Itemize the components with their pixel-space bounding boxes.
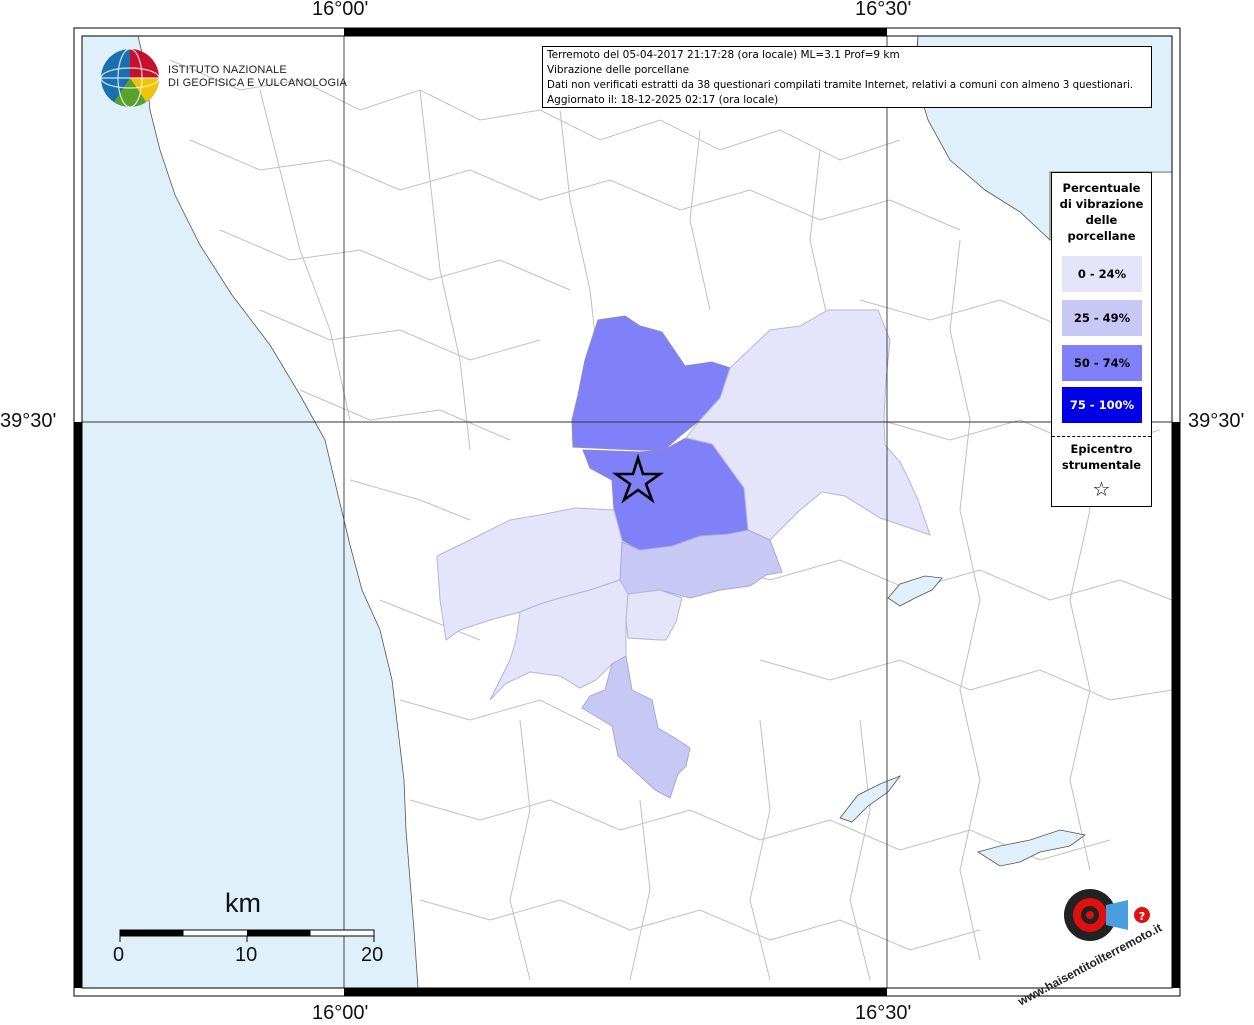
svg-text:?: ? [1139, 910, 1145, 923]
legend-item-25-49: 25 - 49% [1062, 300, 1142, 336]
legend-title-line: porcellane [1067, 229, 1136, 243]
scale-tick-label: 0 [113, 944, 125, 966]
lat-label-right: 39°30' [1188, 410, 1245, 432]
legend: Percentuale di vibrazione delle porcella… [1051, 172, 1152, 507]
legend-item-0-24: 0 - 24% [1062, 256, 1142, 292]
legend-title-line: delle [1085, 213, 1118, 227]
legend-title-line: di vibrazione [1059, 197, 1144, 211]
legend-star-icon: ☆ [1092, 477, 1111, 501]
logo-line: DI GEOFISICA E VULCANOLOGIA [168, 77, 347, 89]
lat-label-left: 39°30' [0, 410, 57, 432]
legend-epicenter-label: Epicentro strumentale [1052, 441, 1151, 473]
ingv-logo: ISTITUTO NAZIONALE DI GEOFISICA E VULCAN… [168, 64, 347, 90]
scale-tick-label: 20 [361, 944, 384, 966]
map-canvas: ? [73, 27, 1181, 997]
logo-line: ISTITUTO NAZIONALE [168, 64, 287, 76]
event-info-line: Terremoto del 05-04-2017 21:17:28 (ora l… [547, 49, 900, 61]
legend-item-75-100: 75 - 100% [1062, 387, 1142, 423]
lon-label-bottom-right: 16°30' [855, 1002, 912, 1024]
event-info-line: Vibrazione delle porcellane [547, 64, 690, 76]
legend-epicenter-line: strumentale [1061, 458, 1142, 472]
scale-tick-label: 10 [235, 944, 258, 966]
legend-item-50-74: 50 - 74% [1062, 345, 1142, 381]
legend-title: Percentuale di vibrazione delle porcella… [1052, 180, 1151, 244]
event-info-box: Terremoto del 05-04-2017 21:17:28 (ora l… [542, 46, 1152, 108]
lon-label-top-right: 16°30' [855, 0, 912, 20]
event-info-line: Aggiornato il: 18-12-2025 02:17 (ora loc… [547, 94, 779, 106]
lon-label-bottom-left: 16°00' [312, 1002, 369, 1024]
legend-title-line: Percentuale [1062, 181, 1141, 195]
event-info-line: Dati non verificati estratti da 38 quest… [547, 80, 1134, 91]
scale-unit: km [225, 888, 261, 918]
ingv-globe-icon [100, 48, 160, 108]
legend-separator [1052, 436, 1151, 437]
legend-epicenter-line: Epicentro [1070, 442, 1133, 456]
lon-label-top-left: 16°00' [312, 0, 369, 20]
